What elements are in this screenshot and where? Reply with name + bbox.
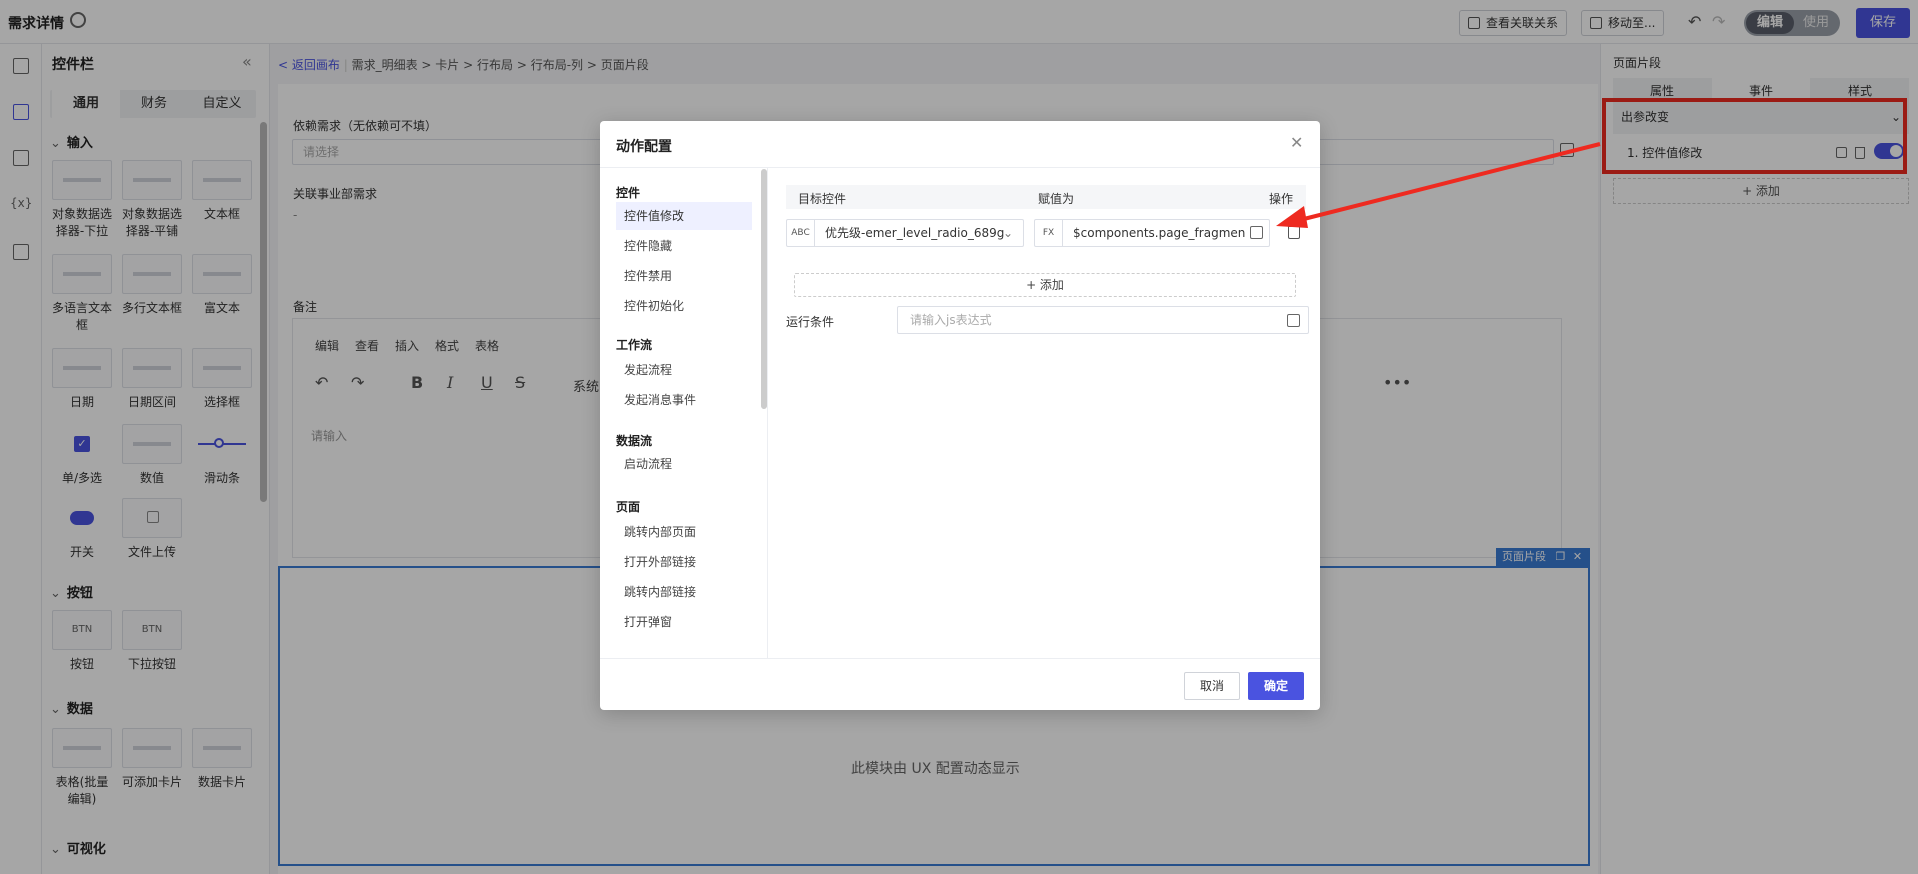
expand-icon[interactable] bbox=[1287, 314, 1300, 327]
condition-label: 运行条件 bbox=[786, 315, 835, 329]
annotation-arrow bbox=[1276, 142, 1601, 228]
action-internal-link[interactable]: 跳转内部链接 bbox=[616, 578, 752, 606]
fx-icon: FX bbox=[1035, 220, 1063, 246]
side-scrollbar[interactable] bbox=[761, 169, 767, 409]
action-type-list: 控件 控件值修改 控件隐藏 控件禁用 控件初始化 工作流 发起流程 发起消息事件… bbox=[600, 168, 768, 658]
group-control: 控件 bbox=[616, 186, 641, 200]
value-expression-field[interactable]: FX $components.page_fragments_[ bbox=[1034, 219, 1270, 247]
divider bbox=[600, 658, 1320, 659]
config-table-header: 目标控件 赋值为 操作 bbox=[786, 185, 1306, 209]
action-start-flow[interactable]: 启动流程 bbox=[616, 450, 752, 478]
action-open-dialog[interactable]: 打开弹窗 bbox=[616, 608, 752, 636]
add-row-button[interactable]: + 添加 bbox=[794, 273, 1296, 297]
group-dataflow: 数据流 bbox=[616, 434, 653, 448]
action-control-value[interactable]: 控件值修改 bbox=[616, 202, 752, 230]
action-message-event[interactable]: 发起消息事件 bbox=[616, 386, 752, 414]
group-workflow: 工作流 bbox=[616, 338, 653, 352]
group-page: 页面 bbox=[616, 500, 641, 514]
action-start-process[interactable]: 发起流程 bbox=[616, 356, 752, 384]
chevron-down-icon: ⌄ bbox=[1002, 226, 1013, 240]
action-config-modal: 动作配置 ✕ 控件 控件值修改 控件隐藏 控件禁用 控件初始化 工作流 发起流程… bbox=[600, 121, 1320, 710]
condition-input[interactable]: 请输入js表达式 bbox=[897, 306, 1309, 334]
action-internal-page[interactable]: 跳转内部页面 bbox=[616, 518, 752, 546]
target-control-select[interactable]: ABC 优先级-emer_level_radio_689g ⌄ bbox=[786, 219, 1024, 247]
action-external-link[interactable]: 打开外部链接 bbox=[616, 548, 752, 576]
modal-title: 动作配置 bbox=[616, 139, 672, 155]
action-control-hide[interactable]: 控件隐藏 bbox=[616, 232, 752, 260]
cancel-button[interactable]: 取消 bbox=[1184, 672, 1240, 700]
action-control-disable[interactable]: 控件禁用 bbox=[616, 262, 752, 290]
action-control-init[interactable]: 控件初始化 bbox=[616, 292, 752, 320]
col-value: 赋值为 bbox=[1038, 192, 1075, 206]
text-type-icon: ABC bbox=[787, 220, 815, 246]
expand-icon[interactable] bbox=[1250, 226, 1263, 239]
col-target: 目标控件 bbox=[798, 192, 847, 206]
confirm-button[interactable]: 确定 bbox=[1248, 672, 1304, 700]
